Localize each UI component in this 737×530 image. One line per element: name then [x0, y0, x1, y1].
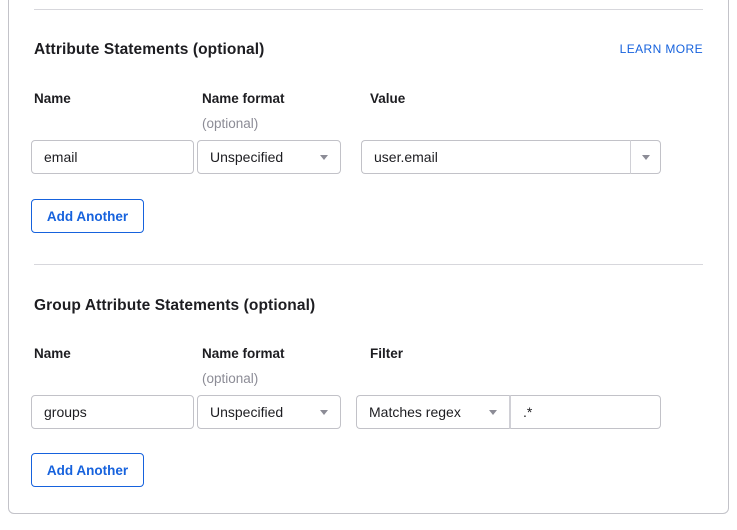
attr-value-input-group: [361, 140, 661, 174]
chevron-down-icon: [642, 155, 650, 160]
attr-col-name-format-label: Name format: [202, 91, 285, 106]
attr-col-name-format-optional-label: (optional): [202, 116, 258, 131]
attr-col-name-label: Name: [34, 91, 71, 106]
attr-name-format-select[interactable]: Unspecified: [197, 140, 341, 174]
section-divider-middle: [34, 264, 703, 265]
group-filter-value-input[interactable]: [510, 395, 661, 429]
group-name-format-select[interactable]: Unspecified: [197, 395, 341, 429]
group-col-name-format-label: Name format: [202, 346, 285, 361]
group-filter-type-selected-value: Matches regex: [369, 404, 461, 420]
attr-name-format-selected-value: Unspecified: [210, 149, 283, 165]
group-col-name-format-optional-label: (optional): [202, 371, 258, 386]
saml-settings-card: Attribute Statements (optional) LEARN MO…: [8, 0, 729, 514]
group-attribute-statements-title: Group Attribute Statements (optional): [34, 297, 315, 315]
attr-value-dropdown-button[interactable]: [630, 140, 661, 174]
section-divider-top: [34, 9, 703, 10]
attribute-statements-title: Attribute Statements (optional): [34, 41, 264, 59]
group-filter-input-group: Matches regex: [356, 395, 661, 429]
learn-more-link[interactable]: LEARN MORE: [620, 42, 703, 56]
attr-name-input[interactable]: [31, 140, 194, 174]
group-name-input[interactable]: [31, 395, 194, 429]
attr-col-value-label: Value: [370, 91, 405, 106]
chevron-down-icon: [320, 155, 328, 160]
group-col-name-label: Name: [34, 346, 71, 361]
group-col-filter-label: Filter: [370, 346, 403, 361]
group-add-another-button[interactable]: Add Another: [31, 453, 144, 487]
attr-value-input[interactable]: [361, 140, 630, 174]
group-name-format-selected-value: Unspecified: [210, 404, 283, 420]
chevron-down-icon: [320, 410, 328, 415]
chevron-down-icon: [489, 410, 497, 415]
attr-add-another-button[interactable]: Add Another: [31, 199, 144, 233]
group-filter-type-select[interactable]: Matches regex: [356, 395, 510, 429]
